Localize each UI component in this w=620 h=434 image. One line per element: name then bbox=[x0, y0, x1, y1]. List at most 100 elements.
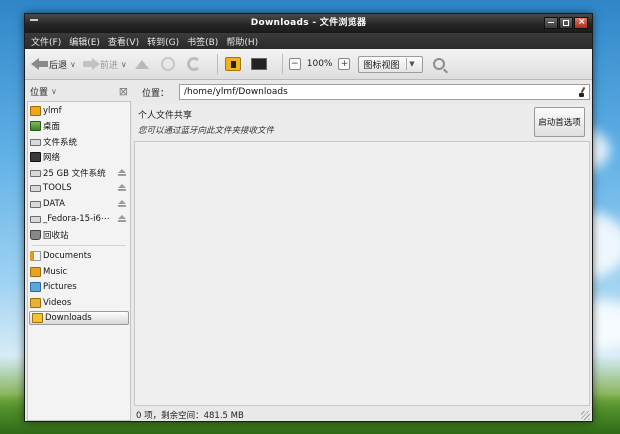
music-icon bbox=[30, 267, 41, 277]
computer-icon bbox=[250, 58, 267, 70]
status-text: 0 项，剩余空间：481.5 MB bbox=[136, 411, 244, 421]
sidebar-item-label: ylmf bbox=[43, 106, 62, 116]
window-title: Downloads - 文件浏览器 bbox=[250, 18, 367, 28]
forward-history-chevron-icon[interactable]: ∨ bbox=[121, 60, 127, 69]
eject-icon[interactable] bbox=[118, 169, 126, 176]
sidebar-item-25gb-volume[interactable]: 25 GB 文件系统 bbox=[28, 166, 130, 180]
location-label: 位置： bbox=[142, 88, 170, 99]
sidebar-item-fedora[interactable]: _Fedora-15-i6⋯ bbox=[28, 212, 130, 226]
sidebar-header-label: 位置 bbox=[30, 87, 49, 98]
edit-location-brush-icon[interactable] bbox=[579, 87, 586, 97]
menu-bookmarks[interactable]: 书签(B) bbox=[187, 35, 218, 48]
sidebar-item-label: _Fedora-15-i6⋯ bbox=[43, 214, 110, 224]
chevron-down-icon: ▼ bbox=[405, 58, 418, 70]
file-browser-window: Downloads - 文件浏览器 × 文件(F) 编辑(E) 查看(V) 转到… bbox=[24, 13, 593, 422]
sidebar-item-desktop[interactable]: 桌面 bbox=[28, 119, 130, 133]
resize-grip-icon[interactable] bbox=[581, 411, 590, 420]
sidebar-item-pictures[interactable]: Pictures bbox=[28, 280, 130, 294]
sharing-preferences-button[interactable]: 启动首选项 bbox=[534, 107, 585, 137]
sidebar-item-documents[interactable]: Documents bbox=[28, 249, 130, 263]
back-button[interactable]: 后退 ∨ bbox=[31, 58, 76, 71]
sidebar-item-label: Documents bbox=[43, 251, 92, 261]
zoom-level[interactable]: 100% bbox=[307, 59, 333, 69]
chevron-down-icon: ∨ bbox=[51, 86, 57, 96]
back-label: 后退 bbox=[49, 60, 68, 71]
location-input[interactable]: /home/ylmf/Downloads bbox=[179, 84, 591, 100]
maximize-button[interactable] bbox=[559, 17, 573, 29]
sidebar-item-music[interactable]: Music bbox=[28, 265, 130, 279]
location-path: /home/ylmf/Downloads bbox=[184, 87, 288, 97]
drive-icon bbox=[30, 215, 41, 223]
sidebar-item-label: 文件系统 bbox=[43, 138, 78, 148]
sidebar-item-label: Downloads bbox=[45, 313, 92, 323]
drive-icon bbox=[30, 184, 41, 192]
videos-icon bbox=[30, 298, 41, 308]
up-arrow-icon bbox=[134, 59, 149, 69]
sidebar-item-videos[interactable]: Videos bbox=[28, 296, 130, 310]
sharing-title: 个人文件共享 bbox=[138, 111, 193, 121]
sidebar-item-label: 网络 bbox=[43, 153, 61, 163]
sidebar-item-trash[interactable]: 回收站 bbox=[28, 228, 130, 242]
sidebar-item-tools[interactable]: TOOLS bbox=[28, 181, 130, 195]
forward-arrow-icon bbox=[82, 58, 100, 70]
sidebar-item-network[interactable]: 网络 bbox=[28, 150, 130, 164]
sidebar-item-label: 25 GB 文件系统 bbox=[43, 169, 106, 179]
menu-go[interactable]: 转到(G) bbox=[147, 35, 179, 48]
menu-help[interactable]: 帮助(H) bbox=[226, 35, 258, 48]
trash-icon bbox=[30, 230, 41, 240]
sidebar-item-label: 桌面 bbox=[43, 122, 61, 132]
forward-button[interactable]: 前进 ∨ bbox=[82, 58, 127, 71]
toolbar-separator bbox=[281, 54, 283, 74]
sidebar-item-label: Videos bbox=[43, 298, 72, 308]
sidebar-item-label: TOOLS bbox=[43, 183, 72, 193]
up-button[interactable] bbox=[133, 55, 151, 73]
sidebar-item-downloads[interactable]: Downloads bbox=[29, 311, 129, 325]
zoom-out-button[interactable]: − bbox=[288, 58, 301, 70]
back-history-chevron-icon[interactable]: ∨ bbox=[70, 60, 76, 69]
stop-button[interactable] bbox=[159, 55, 177, 73]
sidebar-item-data[interactable]: DATA bbox=[28, 197, 130, 211]
minimize-button[interactable] bbox=[544, 17, 558, 29]
downloads-icon bbox=[32, 313, 43, 323]
stop-icon bbox=[160, 57, 175, 71]
sidebar-header[interactable]: 位置 ∨ ⊠ bbox=[25, 82, 132, 100]
home-folder-icon bbox=[30, 106, 41, 116]
menu-bar: 文件(F) 编辑(E) 查看(V) 转到(G) 书签(B) 帮助(H) bbox=[25, 33, 592, 49]
sidebar-item-label: 回收站 bbox=[43, 231, 69, 241]
drive-icon bbox=[30, 169, 41, 177]
home-button[interactable] bbox=[224, 55, 242, 73]
close-button[interactable]: × bbox=[574, 17, 588, 29]
sidebar-item-home[interactable]: ylmf bbox=[28, 104, 130, 118]
menu-edit[interactable]: 编辑(E) bbox=[69, 35, 100, 48]
close-sidebar-icon[interactable]: ⊠ bbox=[119, 85, 128, 98]
pictures-icon bbox=[30, 282, 41, 292]
menu-file[interactable]: 文件(F) bbox=[31, 35, 61, 48]
view-mode-select[interactable]: 图标视图 ▼ bbox=[358, 55, 423, 73]
eject-icon[interactable] bbox=[118, 215, 126, 222]
file-view-area[interactable] bbox=[134, 141, 590, 406]
file-sharing-infobar: 个人文件共享 您可以通过蓝牙向此文件夹接收文件 启动首选项 bbox=[133, 104, 590, 140]
sidebar-item-label: Pictures bbox=[43, 282, 77, 292]
sidebar-item-label: Music bbox=[43, 267, 68, 277]
places-sidebar: ylmf 桌面 文件系统 网络 25 GB 文件系统 TOOLS DATA _F… bbox=[27, 101, 131, 421]
reload-icon bbox=[186, 57, 201, 71]
zoom-in-button[interactable]: + bbox=[338, 58, 351, 70]
computer-button[interactable] bbox=[250, 55, 268, 73]
sidebar-separator bbox=[32, 245, 126, 246]
drive-icon bbox=[30, 138, 41, 146]
status-bar: 0 项，剩余空间：481.5 MB bbox=[133, 408, 592, 422]
sidebar-item-label: DATA bbox=[43, 199, 65, 209]
network-icon bbox=[30, 152, 41, 162]
forward-label: 前进 bbox=[99, 60, 118, 71]
reload-button[interactable] bbox=[185, 55, 203, 73]
sharing-description: 您可以通过蓝牙向此文件夹接收文件 bbox=[138, 126, 275, 136]
home-folder-icon bbox=[224, 57, 241, 71]
window-menu-icon[interactable] bbox=[30, 19, 38, 27]
eject-icon[interactable] bbox=[118, 200, 126, 207]
eject-icon[interactable] bbox=[118, 184, 126, 191]
menu-view[interactable]: 查看(V) bbox=[108, 35, 139, 48]
sidebar-item-filesystem[interactable]: 文件系统 bbox=[28, 135, 130, 149]
back-arrow-icon bbox=[31, 58, 49, 70]
search-icon[interactable] bbox=[432, 58, 445, 70]
title-bar[interactable]: Downloads - 文件浏览器 × bbox=[25, 14, 592, 33]
